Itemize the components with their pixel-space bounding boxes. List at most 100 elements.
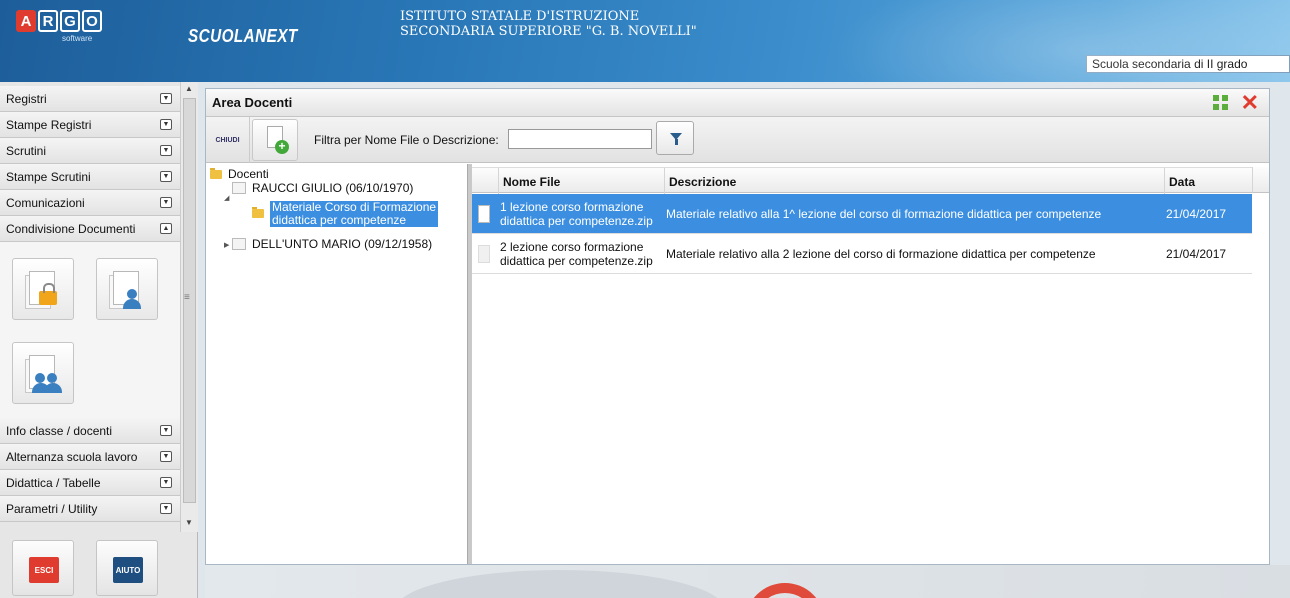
sidebar-item-scrutini[interactable]: Scrutini ▼ <box>0 138 180 164</box>
esci-label: ESCI <box>29 557 59 583</box>
tree-node-teacher-dellunto[interactable]: DELL'UNTO MARIO (09/12/1958) <box>232 237 432 251</box>
teacher-icon <box>232 238 246 250</box>
expand-icon[interactable]: ▼ <box>160 425 172 436</box>
file-icon <box>478 245 490 263</box>
sidebar-item-label: Scrutini <box>6 143 47 158</box>
expand-icon[interactable]: ▼ <box>160 119 172 130</box>
expand-icon[interactable]: ▼ <box>160 145 172 156</box>
expand-icon[interactable]: ▼ <box>160 451 172 462</box>
add-file-button[interactable]: + <box>252 119 298 161</box>
scroll-down-icon[interactable]: ▼ <box>185 518 193 527</box>
tree-node-docenti[interactable]: Docenti <box>210 167 269 181</box>
sidebar-item-stampe-registri[interactable]: Stampe Registri ▼ <box>0 112 180 138</box>
collapse-icon[interactable]: ▲ <box>160 223 172 234</box>
expand-icon[interactable]: ▼ <box>160 171 172 182</box>
logo-subtitle: software <box>62 34 93 43</box>
file-name-line-2: didattica per competenze.zip <box>500 214 653 228</box>
sidebar-item-didattica[interactable]: Didattica / Tabelle ▼ <box>0 470 180 496</box>
table-row[interactable]: 1 lezione corso formazione didattica per… <box>472 194 1252 234</box>
sidebar-item-info-classe[interactable]: Info classe / docenti ▼ <box>0 418 180 444</box>
cell-data: 21/04/2017 <box>1166 247 1227 261</box>
column-header-nome-file[interactable]: Nome File <box>498 168 664 194</box>
institute-name: ISTITUTO STATALE D'ISTRUZIONE SECONDARIA… <box>400 9 697 39</box>
files-grid: Nome File Descrizione Data 1 lezione cor… <box>472 164 1269 564</box>
expand-icon[interactable]: ▼ <box>160 503 172 514</box>
folder-label-line-2: didattica per competenze <box>272 213 407 227</box>
sidebar-scrollbar[interactable]: ▲ ▼ <box>180 82 198 532</box>
cell-data: 21/04/2017 <box>1166 207 1227 221</box>
file-name-line-2: didattica per competenze.zip <box>500 254 653 268</box>
table-row[interactable]: 2 lezione corso formazione didattica per… <box>472 234 1252 274</box>
scroll-up-icon[interactable]: ▲ <box>185 84 193 93</box>
tree-node-folder-materiale[interactable]: Materiale Corso di Formazione didattica … <box>252 201 439 227</box>
sidebar-item-registri[interactable]: Registri ▼ <box>0 86 180 112</box>
tree-node-label-selected: Materiale Corso di Formazione didattica … <box>270 201 439 227</box>
collapse-arrow-icon[interactable]: ◢ <box>224 194 229 202</box>
aiuto-label: AIUTO <box>113 557 143 583</box>
logo-letter: R <box>38 10 58 32</box>
background-decoration <box>205 565 1290 598</box>
brand-name: SCUOLANEXT <box>188 26 298 46</box>
panel-titlebar: Area Docenti ✕ <box>206 89 1269 117</box>
filter-button[interactable] <box>656 121 694 155</box>
logo-letter: A <box>16 10 36 32</box>
condivisione-icons-area <box>0 242 180 418</box>
tree-node-label: DELL'UNTO MARIO (09/12/1958) <box>252 237 433 251</box>
sidebar-item-parametri[interactable]: Parametri / Utility ▼ <box>0 496 180 522</box>
sidebar-item-comunicazioni[interactable]: Comunicazioni ▼ <box>0 190 180 216</box>
sidebar: Registri ▼ Stampe Registri ▼ Scrutini ▼ … <box>0 82 198 598</box>
tree-node-teacher-raucci[interactable]: RAUCCI GIULIO (06/10/1970) <box>232 181 413 195</box>
close-icon[interactable]: ✕ <box>1241 90 1259 116</box>
teacher-icon <box>232 182 246 194</box>
sidebar-item-alternanza[interactable]: Alternanza scuola lavoro ▼ <box>0 444 180 470</box>
file-name-line-1: 1 lezione corso formazione <box>500 200 644 214</box>
folder-icon <box>252 207 264 218</box>
aiuto-button[interactable]: AIUTO <box>96 540 158 596</box>
app-header: A R G O software SCUOLANEXT ISTITUTO STA… <box>0 0 1290 82</box>
grid-header: Nome File Descrizione Data <box>472 167 1252 194</box>
file-name-line-1: 2 lezione corso formazione <box>500 240 644 254</box>
folder-icon <box>210 168 222 179</box>
argo-logo: A R G O <box>16 10 102 32</box>
filter-label: Filtra per Nome File o Descrizione: <box>314 133 499 147</box>
column-header-data[interactable]: Data <box>1164 168 1252 194</box>
expand-icon[interactable]: ▼ <box>160 477 172 488</box>
logo-letter: G <box>60 10 80 32</box>
sidebar-item-condivisione-documenti[interactable]: Condivisione Documenti ▲ <box>0 216 180 242</box>
sidebar-item-label: Stampe Scrutini <box>6 169 91 184</box>
grid-header-icon-col <box>472 168 498 194</box>
user-document-icon[interactable] <box>96 258 158 320</box>
sidebar-item-label: Registri <box>6 91 47 106</box>
sidebar-item-label: Stampe Registri <box>6 117 92 132</box>
panel-title: Area Docenti <box>212 95 293 110</box>
expand-arrow-icon[interactable]: ▶ <box>224 241 229 249</box>
maximize-icon[interactable] <box>1213 95 1229 111</box>
lock-document-icon[interactable] <box>12 258 74 320</box>
plus-icon: + <box>275 140 289 154</box>
school-level-select[interactable]: Scuola secondaria di II grado <box>1086 55 1290 73</box>
file-icon <box>478 205 490 223</box>
institute-line-1: ISTITUTO STATALE D'ISTRUZIONE <box>400 9 640 24</box>
tree-node-label: RAUCCI GIULIO (06/10/1970) <box>252 181 414 195</box>
sidebar-item-label: Info classe / docenti <box>6 423 113 438</box>
resize-grip-icon[interactable]: ≡ <box>184 292 190 303</box>
chiudi-button[interactable]: CHIUDI <box>206 117 250 163</box>
filter-input[interactable] <box>508 129 652 149</box>
sidebar-item-label: Condivisione Documenti <box>6 221 136 236</box>
sidebar-item-label: Comunicazioni <box>6 195 85 210</box>
group-document-icon[interactable] <box>12 342 74 404</box>
cell-descrizione: Materiale relativo alla 1^ lezione del c… <box>666 207 1102 221</box>
docenti-tree: Docenti ◢ RAUCCI GIULIO (06/10/1970) Mat… <box>206 164 468 564</box>
logo-letter: O <box>82 10 102 32</box>
column-header-descrizione[interactable]: Descrizione <box>664 168 1164 194</box>
sidebar-item-label: Didattica / Tabelle <box>6 475 101 490</box>
cell-nome-file: 1 lezione corso formazione didattica per… <box>498 194 664 234</box>
expand-icon[interactable]: ▼ <box>160 93 172 104</box>
esci-button[interactable]: ESCI <box>12 540 74 596</box>
grid-header-corner <box>1252 167 1269 193</box>
sidebar-item-stampe-scrutini[interactable]: Stampe Scrutini ▼ <box>0 164 180 190</box>
expand-icon[interactable]: ▼ <box>160 197 172 208</box>
institute-line-2: SECONDARIA SUPERIORE "G. B. NOVELLI" <box>400 24 697 39</box>
sidebar-item-label: Parametri / Utility <box>6 501 98 516</box>
toolbar: CHIUDI + Filtra per Nome File o Descrizi… <box>206 117 1269 163</box>
